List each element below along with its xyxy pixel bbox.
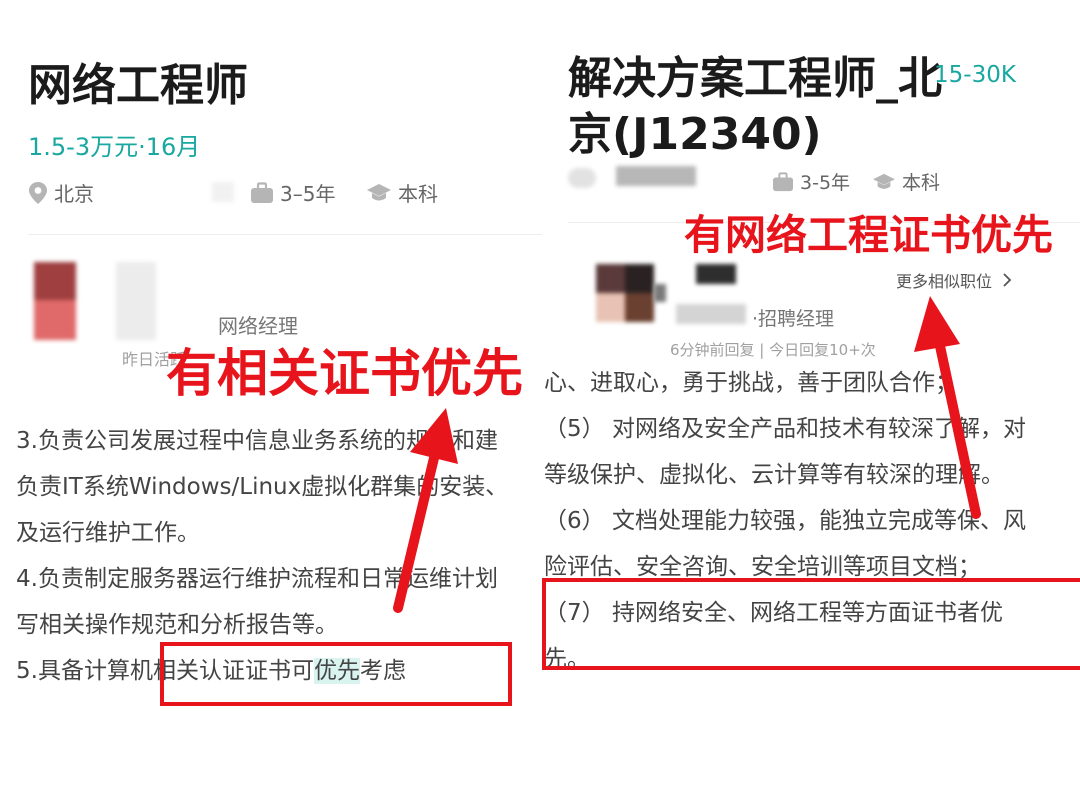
left-job-posting: 网络工程师 1.5-3万元·16月 北京 3–5年 本科 网络经理 昨日活跃 3… bbox=[0, 0, 542, 810]
annotation-arrow bbox=[393, 408, 458, 613]
right-job-posting: 解决方案工程师_北 京(J12340) 15-30K 3-5年 本科 ·招聘经理… bbox=[542, 0, 1080, 810]
annotation-arrow bbox=[914, 296, 981, 519]
